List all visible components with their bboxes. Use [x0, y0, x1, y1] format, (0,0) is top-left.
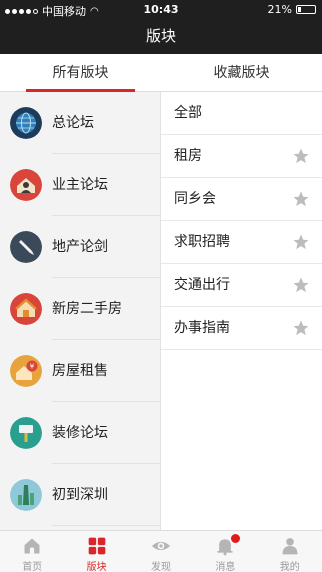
battery-percent: 21% — [267, 3, 292, 16]
page-title: 版块 — [145, 27, 176, 45]
paint-brush-icon — [10, 417, 42, 449]
sidebar-item-label: 地产论剑 — [52, 239, 108, 255]
segment-tabs: 所有版块 收藏版块 — [0, 54, 322, 92]
grid-icon — [88, 537, 105, 555]
sidebar-item-label: 装修论坛 — [52, 425, 108, 441]
house-icon — [10, 293, 42, 325]
star-icon[interactable] — [292, 190, 310, 208]
sidebar-item-owner-forum[interactable]: 业主论坛 — [0, 154, 160, 216]
sidebar-item-main-forum[interactable]: 总论坛 — [0, 92, 160, 154]
list-item-label: 全部 — [174, 105, 202, 121]
sidebar-item-house-rent-sale[interactable]: ¥ 房屋租售 — [0, 340, 160, 402]
list-item-label: 同乡会 — [174, 191, 216, 207]
tabbar-label: 发现 — [150, 562, 171, 572]
bottom-tab-bar: 首页 版块 发现 消息 我的 — [0, 530, 322, 572]
tabbar-label: 首页 — [22, 562, 43, 572]
list-item-transport[interactable]: 交通出行 — [161, 264, 322, 307]
sidebar-item-label: 业主论坛 — [52, 177, 108, 193]
pen-icon — [10, 231, 42, 263]
list-item-label: 求职招聘 — [174, 234, 230, 250]
star-icon[interactable] — [292, 319, 310, 337]
tabbar-label: 消息 — [215, 562, 236, 572]
battery-icon — [296, 5, 316, 14]
status-bar: 中国移动 ◠ 10:43 21% — [0, 0, 322, 20]
star-icon[interactable] — [292, 233, 310, 251]
list-item-label: 租房 — [174, 148, 202, 164]
list-item-rent[interactable]: 租房 — [161, 135, 322, 178]
profile-icon — [282, 538, 298, 555]
rent-house-icon: ¥ — [10, 355, 42, 387]
svg-text:¥: ¥ — [30, 363, 35, 371]
sidebar-item-decoration-forum[interactable]: 装修论坛 — [0, 402, 160, 464]
tabbar-discover[interactable]: 发现 — [129, 531, 193, 572]
sidebar-item-label: 房屋租售 — [52, 363, 108, 379]
list-item-all[interactable]: 全部 — [161, 92, 322, 135]
globe-icon — [10, 107, 42, 139]
tab-all-forums[interactable]: 所有版块 — [0, 54, 161, 92]
sidebar-item-real-estate-debate[interactable]: 地产论剑 — [0, 216, 160, 278]
star-icon[interactable] — [292, 147, 310, 165]
nav-bar: 版块 — [0, 20, 322, 54]
list-item-label: 办事指南 — [174, 320, 230, 336]
city-tower-icon — [10, 479, 42, 511]
tab-all-forums-label: 所有版块 — [52, 65, 109, 81]
sidebar-item-new-to-shenzhen[interactable]: 初到深圳 — [0, 464, 160, 526]
sidebar-item-label: 总论坛 — [52, 115, 94, 131]
list-item-label: 交通出行 — [174, 277, 230, 293]
category-sidebar[interactable]: 总论坛 业主论坛 地产论剑 新房二手房 ¥ 房屋租售 装修论坛 初到深圳 — [0, 92, 161, 530]
tabbar-label: 我的 — [279, 562, 300, 572]
home-icon — [24, 538, 40, 554]
tabbar-messages[interactable]: 消息 — [193, 531, 257, 572]
tabbar-label: 版块 — [86, 562, 107, 572]
tab-favorite-forums-label: 收藏版块 — [213, 65, 270, 81]
tabbar-profile[interactable]: 我的 — [258, 531, 322, 572]
list-item-jobs[interactable]: 求职招聘 — [161, 221, 322, 264]
notification-badge — [231, 534, 241, 543]
status-right: 21% — [268, 3, 316, 16]
sidebar-item-label: 初到深圳 — [52, 487, 108, 503]
tabbar-home[interactable]: 首页 — [0, 531, 64, 572]
eye-icon — [151, 541, 171, 551]
owner-house-icon — [10, 169, 42, 201]
list-item-guide[interactable]: 办事指南 — [161, 307, 322, 350]
subforum-list: 全部 租房 同乡会 求职招聘 交通出行 办事指南 — [161, 92, 322, 530]
star-icon[interactable] — [292, 276, 310, 294]
tab-favorite-forums[interactable]: 收藏版块 — [161, 54, 322, 92]
sidebar-item-new-used-homes[interactable]: 新房二手房 — [0, 278, 160, 340]
tabbar-forums[interactable]: 版块 — [64, 531, 128, 572]
list-item-hometown[interactable]: 同乡会 — [161, 178, 322, 221]
sidebar-item-label: 新房二手房 — [52, 301, 122, 317]
